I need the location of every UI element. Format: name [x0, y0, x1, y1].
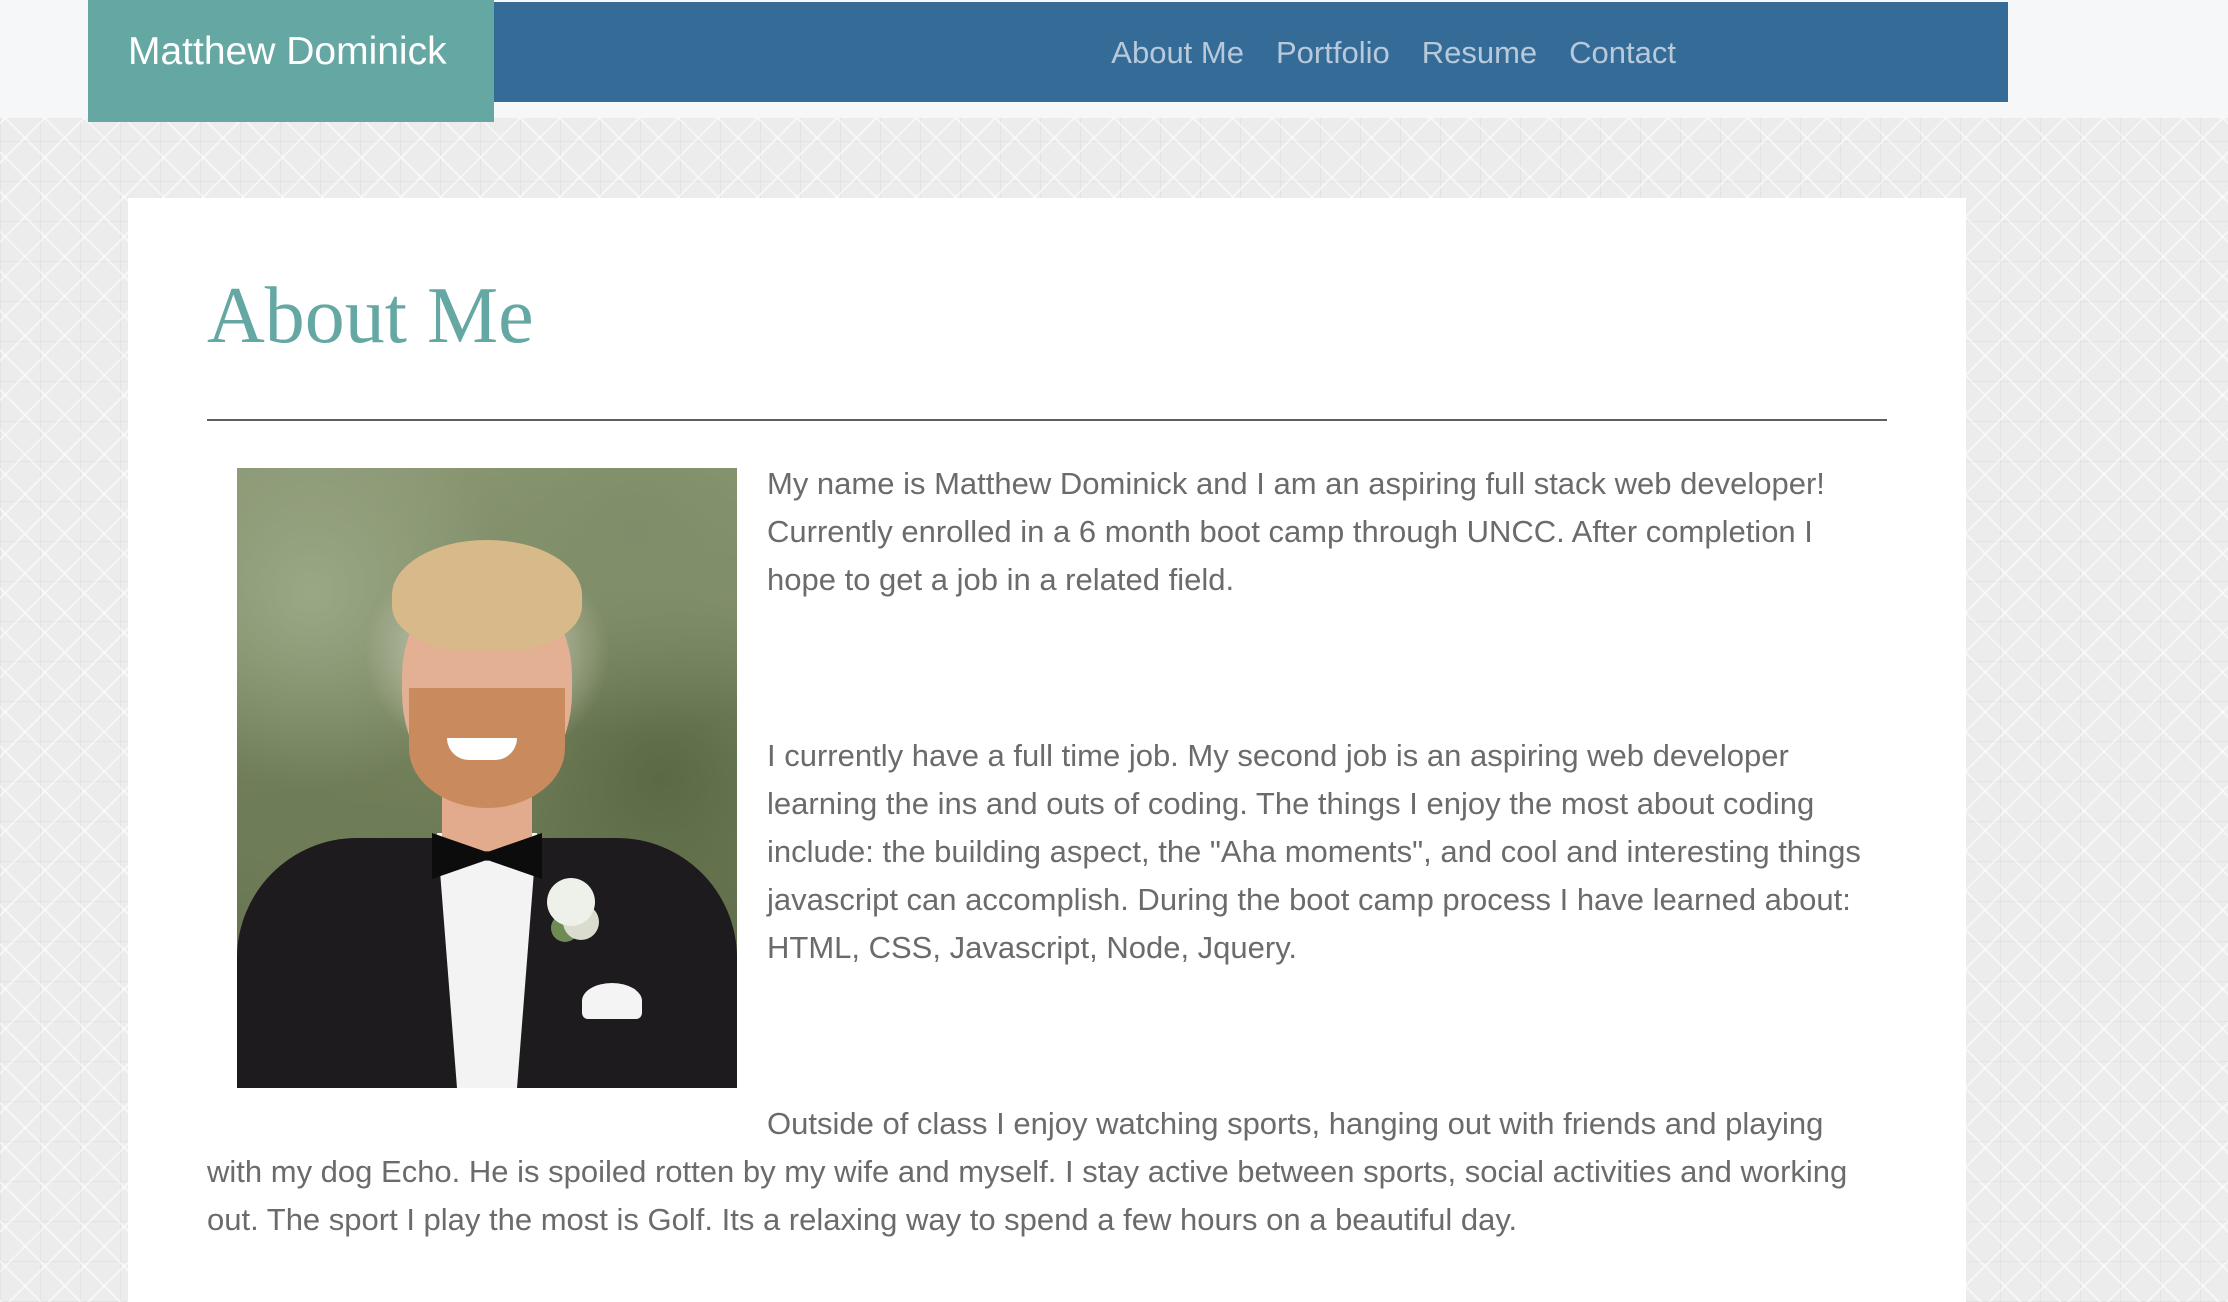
nav-link-resume[interactable]: Resume — [1422, 35, 1537, 71]
nav-link-about-me[interactable]: About Me — [1111, 35, 1244, 71]
about-content: My name is Matthew Dominick and I am an … — [207, 460, 1887, 1244]
photo-smile — [447, 738, 517, 760]
photo-hair — [392, 540, 582, 650]
photo-boutonniere — [547, 878, 595, 926]
photo-pocket-square — [582, 983, 642, 1019]
brand-logo[interactable]: Matthew Dominick — [88, 0, 494, 122]
nav-link-contact[interactable]: Contact — [1569, 35, 1676, 71]
about-card: About Me My name is Matthew Dominick and… — [128, 198, 1966, 1302]
nav-links: About Me Portfolio Resume Contact — [1111, 2, 1676, 104]
about-paragraph-3: Outside of class I enjoy watching sports… — [207, 1106, 1848, 1237]
title-divider — [207, 419, 1887, 421]
profile-photo — [237, 468, 737, 1088]
nav-link-portfolio[interactable]: Portfolio — [1276, 35, 1390, 71]
page-title: About Me — [207, 272, 534, 360]
